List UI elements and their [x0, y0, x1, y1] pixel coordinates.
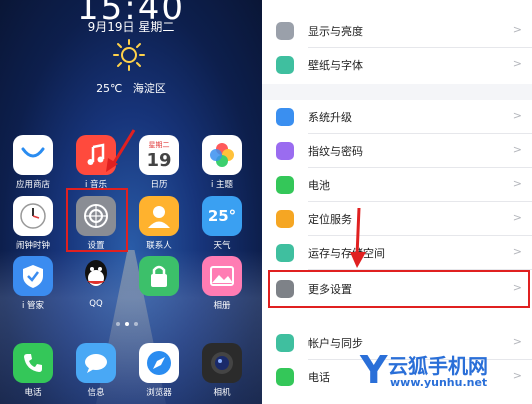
chevron-right-icon: > [512, 57, 522, 70]
settings-row-upgrade[interactable]: 系统升级 > [262, 100, 532, 134]
settings-row-label: 显示与亮度 [308, 25, 363, 38]
phone-home-screen: 15:40 9月19日 星期二 25℃ 海淀区 应用商店 i 音乐 星期二 19… [0, 0, 262, 404]
chevron-right-icon: > [512, 177, 522, 190]
imanager-icon[interactable] [13, 256, 53, 296]
messages-icon[interactable] [76, 343, 116, 383]
page-dot [134, 322, 138, 326]
qq-label: QQ [89, 299, 103, 309]
watermark-url: www.yunhu.net [390, 376, 488, 389]
weather-app-icon[interactable]: 25° [202, 196, 242, 236]
settings-screen: 显示与亮度 > 壁纸与字体 > 系统升级 > 指纹与密码 > 电池 > 定位服务… [262, 0, 532, 404]
page-indicator [116, 322, 138, 326]
settings-row-battery[interactable]: 电池 > [262, 168, 532, 202]
album-label: 相册 [213, 301, 231, 311]
phone-icon [276, 368, 294, 386]
settings-row-storage[interactable]: 运存与存储空间 > [262, 236, 532, 270]
cloud-icon [276, 334, 294, 352]
settings-row-label: 壁纸与字体 [308, 59, 363, 72]
weather-app-label: 天气 [213, 241, 231, 251]
settings-row-partial[interactable] [262, 0, 532, 2]
chevron-right-icon: > [512, 23, 522, 36]
clock-icon[interactable] [13, 196, 53, 236]
phone-app-label: 电话 [24, 388, 42, 398]
settings-row-display[interactable]: 显示与亮度 > [262, 14, 532, 48]
calendar-icon[interactable]: 星期二 19 [139, 135, 179, 175]
more-settings-highlight-box [268, 270, 530, 308]
chevron-right-icon: > [512, 211, 522, 224]
settings-row-label: 指纹与密码 [308, 145, 363, 158]
app-store-label: 应用商店 [15, 180, 50, 190]
page-dot-active [125, 322, 129, 326]
watermark-text: 云狐手机网 [388, 354, 488, 378]
imanager-label: i 管家 [21, 301, 45, 311]
watermark: Y 云狐手机网 www.yunhu.net [360, 346, 532, 398]
page-dot [116, 322, 120, 326]
calendar-label: 日历 [150, 180, 168, 190]
upgrade-icon [276, 108, 294, 126]
settings-row-location[interactable]: 定位服务 > [262, 202, 532, 236]
calendar-day: 19 [146, 149, 172, 171]
album-icon[interactable] [202, 256, 242, 296]
calendar-weekday: 星期二 [148, 140, 170, 149]
weather-temperature: 25℃ [96, 82, 123, 95]
settings-row-label: 系统升级 [308, 111, 352, 124]
chevron-right-icon: > [512, 109, 522, 122]
settings-row-wallpaper[interactable]: 壁纸与字体 > [262, 48, 532, 82]
phone-app-icon[interactable] [13, 343, 53, 383]
settings-row-fingerprint[interactable]: 指纹与密码 > [262, 134, 532, 168]
weather-app-temp: 25° [207, 207, 237, 225]
theme-label: i 主题 [210, 180, 234, 190]
settings-row-label: 定位服务 [308, 213, 352, 226]
theme-icon[interactable] [202, 135, 242, 175]
location-icon [276, 210, 294, 228]
settings-highlight-box [66, 188, 128, 252]
battery-icon [276, 176, 294, 194]
settings-group-display: 显示与亮度 > 壁纸与字体 > [262, 0, 532, 84]
red-arrow-icon [350, 207, 366, 268]
fingerprint-icon [276, 142, 294, 160]
browser-icon[interactable] [139, 343, 179, 383]
lockscreen-date: 9月19日 星期二 [87, 20, 175, 34]
wallpaper-icon [276, 56, 294, 74]
watermark-logo: Y [360, 348, 388, 392]
clock-label: 闹钟时钟 [15, 241, 50, 251]
camera-label: 相机 [213, 388, 231, 398]
settings-row-label: 帐户与同步 [308, 337, 363, 350]
messages-label: 信息 [87, 388, 105, 398]
chevron-right-icon: > [512, 245, 522, 258]
weather-text: 25℃ 海淀区 [0, 80, 262, 96]
red-arrow-icon [106, 129, 136, 172]
settings-row-label: 运存与存储空间 [308, 247, 385, 260]
contacts-icon[interactable] [139, 196, 179, 236]
brightness-icon [276, 22, 294, 40]
app-store-icon[interactable] [13, 135, 53, 175]
settings-row-label: 电话 [308, 371, 330, 384]
lock-app-icon[interactable] [139, 256, 179, 296]
weather-location: 海淀区 [132, 82, 166, 95]
browser-label: 浏览器 [146, 388, 172, 398]
camera-icon[interactable] [202, 343, 242, 383]
storage-icon [276, 244, 294, 262]
qq-icon[interactable] [76, 256, 116, 296]
contacts-label: 联系人 [146, 241, 172, 251]
chevron-right-icon: > [512, 143, 522, 156]
sun-icon [113, 39, 145, 71]
settings-row-label: 电池 [308, 179, 330, 192]
